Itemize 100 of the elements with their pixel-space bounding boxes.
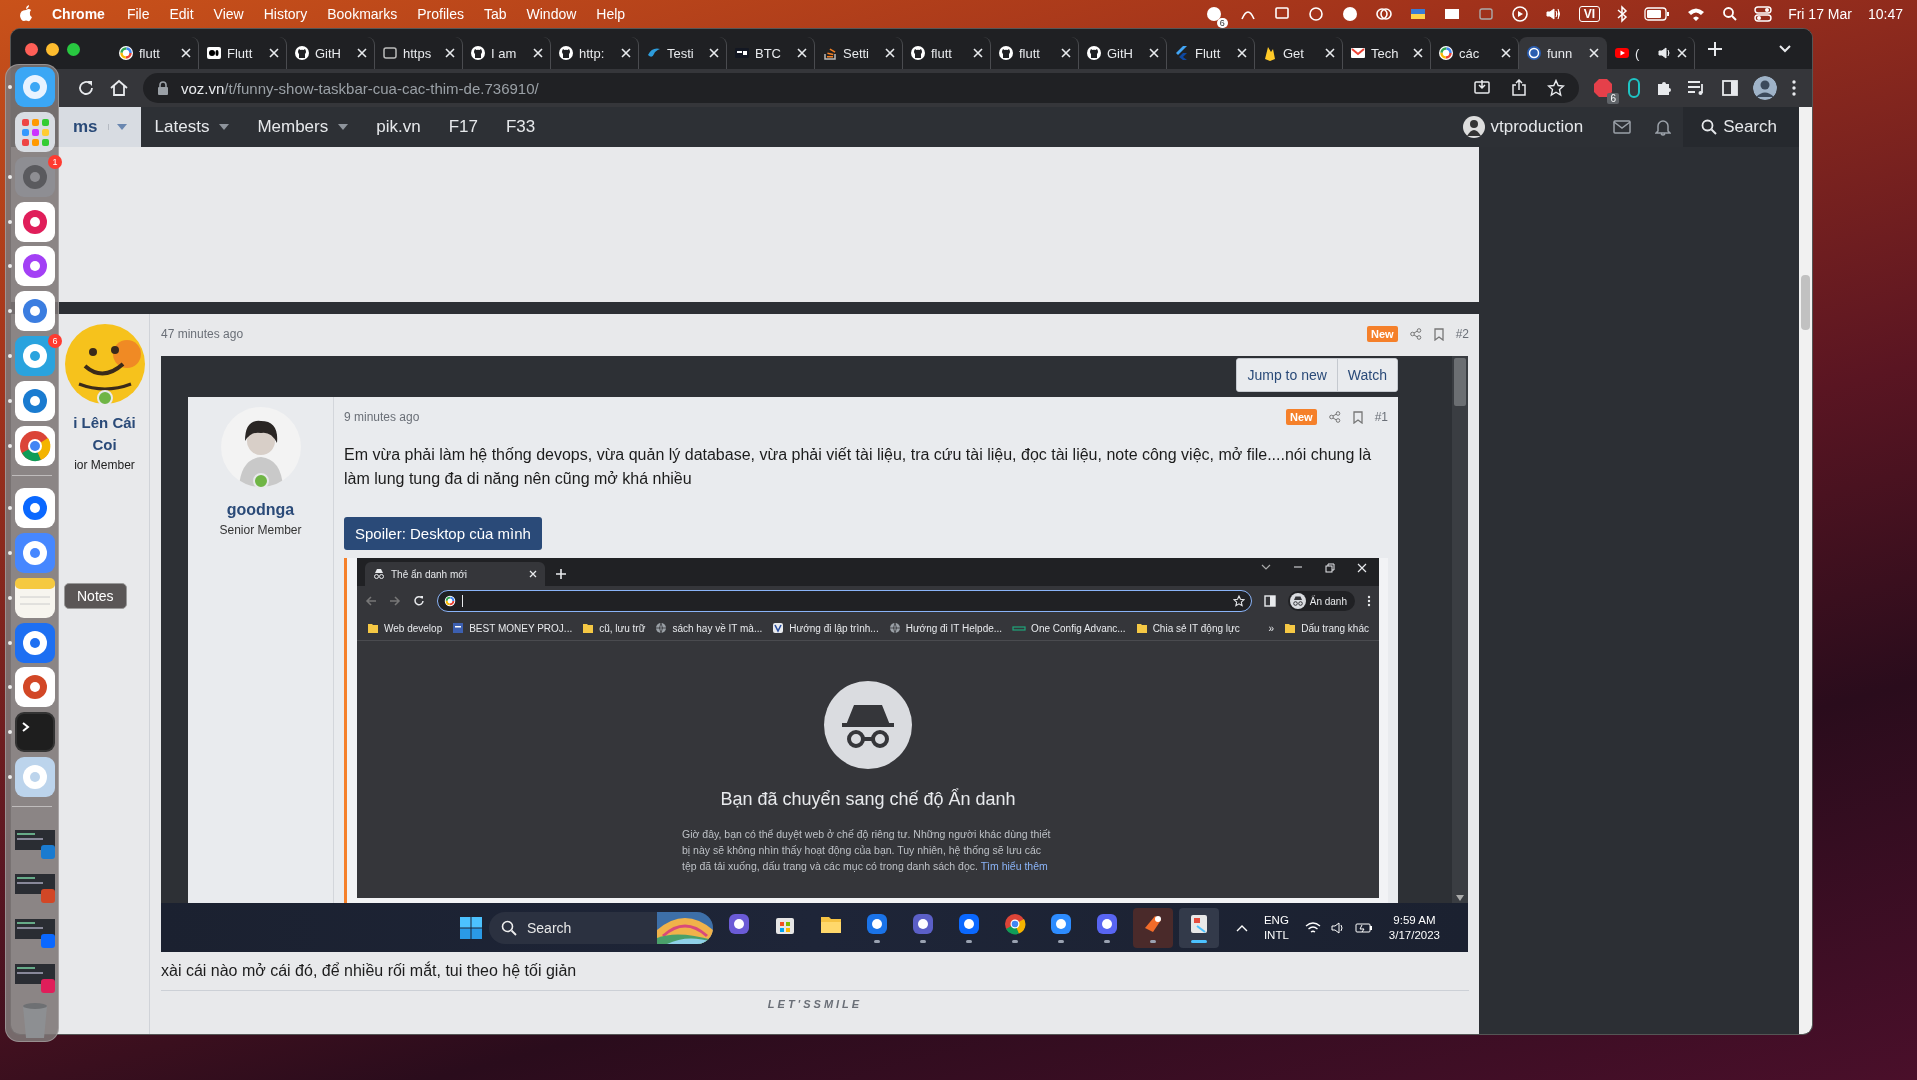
input-source[interactable]: VI bbox=[1578, 5, 1601, 22]
close-icon[interactable] bbox=[445, 48, 455, 58]
menu-clock[interactable]: 10:47 bbox=[1867, 5, 1903, 22]
reload-icon[interactable] bbox=[77, 79, 95, 97]
speaker-icon[interactable] bbox=[1658, 46, 1672, 60]
bookmark-item[interactable]: Hướng đi lập trình... bbox=[772, 622, 879, 634]
circle-icon[interactable] bbox=[1340, 4, 1359, 23]
side-panel-icon[interactable] bbox=[1263, 595, 1276, 607]
close-window-button[interactable] bbox=[25, 42, 38, 56]
taskbar-app[interactable] bbox=[1179, 907, 1219, 948]
wifi-icon[interactable] bbox=[1304, 920, 1321, 935]
scrollbar[interactable] bbox=[1799, 107, 1812, 1034]
menu-item[interactable]: File bbox=[116, 5, 160, 22]
bookmark-item[interactable]: Hướng đi IT Helpde... bbox=[888, 622, 1003, 634]
play-icon[interactable] bbox=[1510, 4, 1529, 23]
search-button[interactable]: Search bbox=[1683, 107, 1799, 147]
close-icon[interactable] bbox=[1325, 48, 1335, 58]
battery-icon[interactable] bbox=[1644, 6, 1671, 21]
close-icon[interactable] bbox=[1357, 563, 1367, 573]
scrollbar[interactable] bbox=[1452, 356, 1468, 903]
zoom-window-button[interactable] bbox=[67, 42, 80, 56]
battery-icon[interactable] bbox=[1354, 921, 1373, 934]
menu-item[interactable]: Window bbox=[516, 5, 587, 22]
forward-icon[interactable] bbox=[389, 595, 401, 607]
close-icon[interactable] bbox=[181, 48, 191, 58]
close-icon[interactable] bbox=[1149, 48, 1159, 58]
app-icon[interactable] bbox=[14, 66, 56, 109]
close-icon[interactable] bbox=[797, 48, 807, 58]
address-field[interactable] bbox=[437, 590, 1252, 612]
share-icon[interactable] bbox=[1511, 79, 1527, 97]
search-icon[interactable] bbox=[1722, 5, 1739, 22]
close-icon[interactable] bbox=[621, 48, 631, 58]
bookmark-folder[interactable]: Dấu trang khác bbox=[1284, 622, 1369, 634]
chevron-up-icon[interactable] bbox=[1235, 923, 1248, 932]
close-icon[interactable] bbox=[1413, 48, 1423, 58]
address-bar[interactable]: voz.vn/t/funny-show-taskbar-cua-cac-thim-de.736910/ bbox=[143, 73, 1579, 103]
new-tab-icon[interactable] bbox=[555, 568, 567, 580]
nav-tab[interactable]: Latests bbox=[140, 107, 244, 147]
back-icon[interactable] bbox=[365, 595, 377, 607]
app-icon[interactable] bbox=[14, 711, 56, 754]
taskbar-clock[interactable]: 9:59 AM 3/17/2023 bbox=[1388, 912, 1440, 943]
close-icon[interactable] bbox=[1589, 48, 1599, 58]
more-icon[interactable] bbox=[1367, 595, 1371, 607]
app-icon[interactable] bbox=[14, 379, 56, 422]
app-icon[interactable] bbox=[14, 755, 56, 798]
menu-item[interactable]: Profiles bbox=[407, 5, 474, 22]
app-icon[interactable] bbox=[14, 666, 56, 709]
nav-tab[interactable]: F33 bbox=[491, 107, 550, 147]
reload-icon[interactable] bbox=[413, 595, 425, 607]
app-icon[interactable] bbox=[14, 200, 56, 243]
nav-tab[interactable]: Members bbox=[243, 107, 363, 147]
volume-icon[interactable] bbox=[1330, 920, 1345, 935]
author-name[interactable]: goodnga bbox=[226, 501, 295, 519]
language-indicator[interactable]: ENG INTL bbox=[1263, 912, 1289, 943]
puzzle-icon[interactable] bbox=[1655, 79, 1673, 97]
menu-item[interactable]: View bbox=[203, 5, 254, 22]
windows-icon[interactable] bbox=[459, 915, 483, 940]
toggles-icon[interactable] bbox=[1754, 5, 1773, 22]
app-icon[interactable] bbox=[14, 424, 56, 467]
close-icon[interactable] bbox=[1061, 48, 1071, 58]
bookmark-item[interactable]: sách hay về IT mà... bbox=[655, 622, 763, 634]
app-icon[interactable] bbox=[14, 487, 56, 530]
down-arrow-icon[interactable] bbox=[1456, 895, 1464, 901]
close-icon[interactable] bbox=[529, 570, 537, 578]
menu-item[interactable]: Bookmarks bbox=[317, 5, 408, 22]
menu-item[interactable]: Tab bbox=[473, 5, 517, 22]
menu-item[interactable]: Edit bbox=[159, 5, 204, 22]
post-time[interactable]: 9 minutes ago bbox=[344, 410, 420, 424]
install-icon[interactable] bbox=[1473, 79, 1491, 97]
more-icon[interactable] bbox=[1791, 79, 1797, 97]
close-icon[interactable] bbox=[1677, 48, 1687, 58]
minimize-icon[interactable] bbox=[1293, 563, 1303, 571]
app-icon[interactable] bbox=[14, 576, 56, 619]
profile-avatar[interactable] bbox=[1753, 76, 1777, 100]
learn-more-link[interactable]: Tìm hiểu thêm bbox=[980, 860, 1048, 872]
browser-tab[interactable]: Thẻ ẩn danh mới bbox=[365, 562, 545, 586]
close-icon[interactable] bbox=[709, 48, 719, 58]
close-icon[interactable] bbox=[973, 48, 983, 58]
nav-tab[interactable]: F17 bbox=[434, 107, 492, 147]
bookmark-item[interactable]: Chia sẻ IT động lực bbox=[1135, 622, 1240, 634]
browser-tab[interactable]: funn bbox=[1519, 37, 1607, 69]
close-icon[interactable] bbox=[269, 48, 279, 58]
post-time[interactable]: 47 minutes ago bbox=[161, 327, 244, 341]
app-menu[interactable]: Chrome bbox=[34, 5, 117, 22]
scroll-thumb[interactable] bbox=[1801, 275, 1810, 330]
spoiler-button[interactable]: Spoiler: Desktop của mình bbox=[344, 517, 542, 550]
minimize-window-button[interactable] bbox=[46, 42, 59, 56]
app-icon[interactable] bbox=[14, 111, 56, 154]
bookmark-item[interactable]: BEST MONEY PROJ... bbox=[452, 622, 573, 634]
side-panel-icon[interactable] bbox=[1721, 79, 1739, 97]
bookmark-item[interactable]: Web develop bbox=[367, 622, 443, 634]
new-tab-icon[interactable] bbox=[1707, 41, 1723, 57]
screenshot-attachment[interactable] bbox=[161, 356, 1468, 952]
close-icon[interactable] bbox=[357, 48, 367, 58]
taskbar-app[interactable] bbox=[1133, 907, 1173, 948]
post-number[interactable]: #2 bbox=[1455, 327, 1469, 341]
author-name[interactable]: i Lên Cái bbox=[73, 412, 136, 434]
more-bookmarks-button[interactable]: » bbox=[1268, 622, 1275, 634]
restore-icon[interactable] bbox=[1325, 563, 1335, 573]
bookmark-icon[interactable] bbox=[1352, 410, 1363, 424]
